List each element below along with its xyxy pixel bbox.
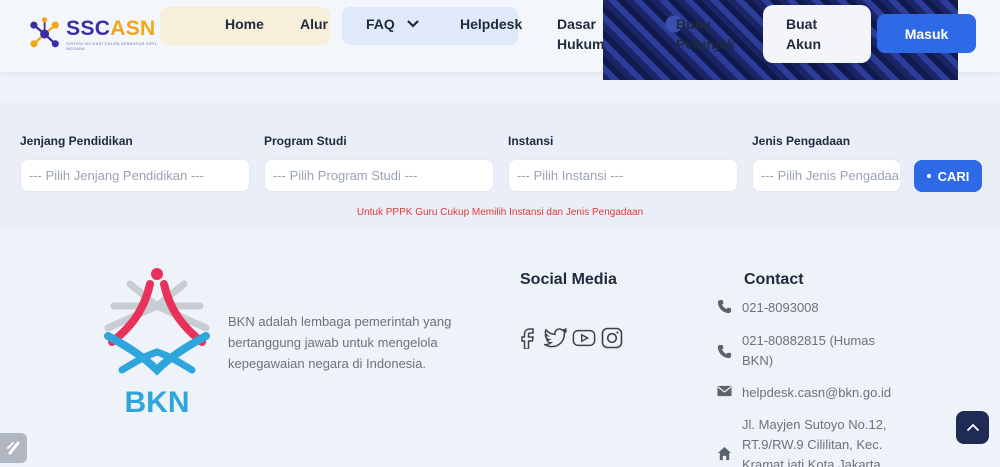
bkn-logo-text: BKN: [125, 386, 190, 418]
cari-label: CARI: [937, 168, 970, 184]
buat-akun-button[interactable]: Buat Akun: [763, 5, 871, 63]
mail-icon: [716, 383, 732, 399]
contact-text: Jl. Mayjen Sutoyo No.12, RT.9/RW.9 Cilil…: [742, 417, 887, 467]
select-jenis-pengadaan[interactable]: --- Pilih Jenis Pengadaa: [752, 159, 901, 192]
select-program-studi[interactable]: --- Pilih Program Studi ---: [264, 159, 494, 192]
logo-text: SSCASN SISTEM SELEKSI CALON APARATUR SIP…: [66, 17, 165, 51]
nav-faq-label: FAQ: [366, 16, 395, 32]
pppk-notice: Untuk PPPK Guru Cukup Memilih Instansi d…: [356, 207, 644, 218]
contact-heading: Contact: [744, 271, 804, 288]
twitter-icon[interactable]: [544, 326, 568, 350]
bkn-logo: BKN: [104, 268, 210, 418]
chevron-up-icon: [966, 423, 979, 432]
select-jenjang-pendidikan[interactable]: --- Pilih Jenjang Pendidikan ---: [20, 159, 250, 192]
chevron-down-icon: [407, 20, 419, 28]
instagram-icon[interactable]: [600, 326, 624, 350]
contact-phone-1: 021-8093008: [716, 298, 819, 318]
phone-icon: [716, 298, 732, 314]
masuk-button[interactable]: Masuk: [877, 14, 976, 53]
contact-email: helpdesk.casn@bkn.go.id: [716, 383, 891, 403]
contact-text[interactable]: 021-80882815 (Humas BKN): [742, 331, 892, 371]
bkn-description: BKN adalah lembaga pemerintah yang berta…: [228, 314, 452, 371]
contact-phone-2: 021-80882815 (Humas BKN): [716, 331, 892, 371]
widget-icon: [6, 441, 19, 455]
youtube-icon[interactable]: [572, 326, 596, 350]
home-icon: [716, 445, 732, 461]
phone-icon: [716, 343, 732, 359]
facebook-icon[interactable]: [516, 326, 540, 350]
nav-dasar-hukum[interactable]: Dasar Hukum: [557, 14, 617, 54]
scroll-to-top-button[interactable]: [956, 411, 989, 444]
label-jenjang-pendidikan: Jenjang Pendidikan: [20, 134, 133, 148]
contact-address: Jl. Mayjen Sutoyo No.12, RT.9/RW.9 Cilil…: [716, 415, 902, 467]
label-jenis-pengadaan: Jenis Pengadaan: [752, 134, 851, 148]
contact-text[interactable]: helpdesk.casn@bkn.go.id: [742, 383, 891, 403]
nav-buku-petunjuk[interactable]: Buku Petunjuk: [676, 14, 746, 54]
select-instansi[interactable]: --- Pilih Instansi ---: [508, 159, 738, 192]
nav-helpdesk[interactable]: Helpdesk: [460, 14, 522, 34]
network-logo-icon: [30, 17, 59, 48]
cari-button[interactable]: CARI: [914, 160, 982, 192]
logo-wordmark: SSCASN: [66, 17, 156, 40]
label-program-studi: Program Studi: [264, 134, 347, 148]
ssc-asn-logo[interactable]: SSCASN SISTEM SELEKSI CALON APARATUR SIP…: [25, 8, 165, 60]
nav-home[interactable]: Home: [225, 14, 264, 34]
label-instansi: Instansi: [508, 134, 554, 148]
social-icons: [516, 326, 624, 350]
contact-text[interactable]: 021-8093008: [742, 298, 819, 318]
logo-tagline: SISTEM SELEKSI CALON APARATUR SIPIL NEGA…: [66, 41, 158, 51]
nav-alur[interactable]: Alur: [300, 14, 328, 34]
side-widget-button[interactable]: [0, 433, 27, 463]
nav-faq[interactable]: FAQ: [366, 14, 419, 34]
search-dot-icon: [926, 174, 931, 178]
navbar: SSCASN SISTEM SELEKSI CALON APARATUR SIP…: [0, 0, 1000, 72]
social-media-heading: Social Media: [520, 271, 617, 288]
